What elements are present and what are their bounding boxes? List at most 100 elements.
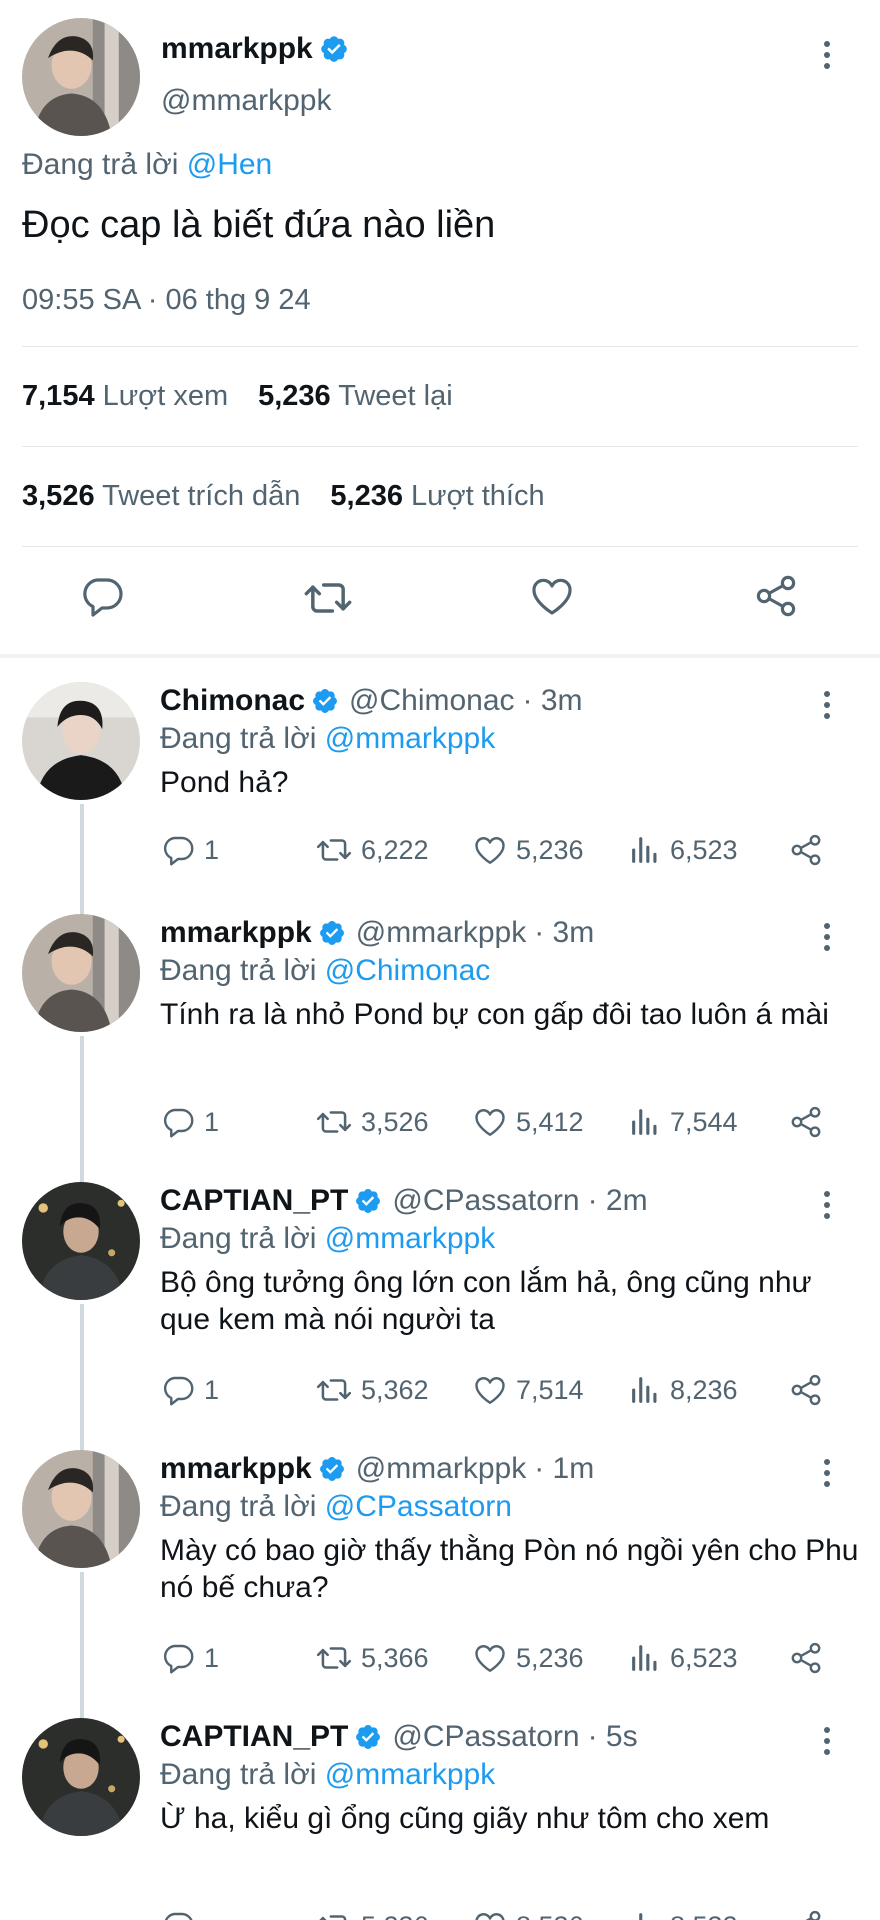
views-icon[interactable] [628,1105,662,1139]
more-options-icon[interactable] [822,690,832,725]
reply-tweet[interactable]: Chimonac @Chimonac · 3m Đang trả lời @mm… [0,668,880,916]
reply-count[interactable] [160,1906,204,1920]
author-handle[interactable]: @Chimonac [349,684,515,718]
replying-to-link[interactable]: @Chimonac [325,954,491,987]
reply-time[interactable]: · 3m [523,684,583,718]
replying-to-link[interactable]: @mmarkppk [325,722,495,755]
retweet-count[interactable]: 6,222 [315,830,429,870]
like-icon[interactable] [472,832,508,868]
reply-icon[interactable] [160,832,196,868]
more-options-icon[interactable] [822,922,832,957]
reply-count[interactable]: 1 [160,1638,219,1678]
view-count[interactable]: 8,236 [628,1370,738,1410]
retweet-icon[interactable] [302,572,354,629]
author-name[interactable]: mmarkppk [160,916,312,950]
share-icon[interactable] [788,832,824,868]
share-icon[interactable] [788,1104,824,1140]
author-handle[interactable]: @mmarkppk [161,84,331,118]
like-icon[interactable] [472,1104,508,1140]
more-options-icon[interactable] [822,1458,832,1493]
avatar[interactable] [22,1450,140,1568]
views-icon[interactable] [628,833,662,867]
retweet-icon[interactable] [315,1639,353,1677]
author-name[interactable]: mmarkppk [160,1452,312,1486]
retweet-icon[interactable] [315,1907,353,1920]
share-button[interactable] [788,1370,824,1410]
like-count[interactable]: 7,514 [472,1370,584,1410]
quotes-stat[interactable]: 3,526 Tweet trích dẫn [22,480,300,513]
retweet-count[interactable]: 5,362 [315,1370,429,1410]
likes-stat[interactable]: 5,236 Lượt thích [330,480,544,513]
reply-tweet[interactable]: CAPTIAN_PT @CPassatorn · 2m Đang trả lời… [0,1168,880,1452]
view-count[interactable]: 6,523 [628,1638,738,1678]
author-handle[interactable]: @CPassatorn [392,1184,579,1218]
like-icon[interactable] [472,1908,508,1920]
tweet-timestamp[interactable]: 09:55 SA · 06 thg 9 24 [22,284,311,317]
replying-to-link[interactable]: @Hen [187,148,273,181]
share-button[interactable] [788,830,824,870]
reply-icon[interactable] [160,1104,196,1140]
like-count[interactable]: 5,412 [472,1102,584,1142]
like-count[interactable]: 5,236 [472,1638,584,1678]
retweets-stat[interactable]: 5,236 Tweet lại [258,380,453,413]
views-icon[interactable] [628,1909,662,1920]
avatar[interactable] [22,914,140,1032]
more-options-icon[interactable] [822,40,832,75]
reply-count[interactable]: 1 [160,1370,219,1410]
main-tweet-avatar[interactable] [22,18,140,136]
view-count[interactable]: 7,544 [628,1102,738,1142]
author-name[interactable]: CAPTIAN_PT [160,1184,348,1218]
reply-tweet[interactable]: mmarkppk @mmarkppk · 3m Đang trả lời @Ch… [0,900,880,1184]
reply-count[interactable]: 1 [160,1102,219,1142]
like-count[interactable]: 8,536 [472,1906,584,1920]
view-count[interactable]: 6,523 [628,830,738,870]
retweet-icon[interactable] [315,1371,353,1409]
more-options-icon[interactable] [822,1190,832,1225]
retweet-icon[interactable] [315,1103,353,1141]
reply-time[interactable]: · 3m [534,916,594,950]
retweet-count[interactable]: 5,366 [315,1638,429,1678]
author-handle[interactable]: @CPassatorn [392,1720,579,1754]
share-button[interactable] [788,1102,824,1142]
share-icon[interactable] [752,572,800,625]
author-handle[interactable]: @mmarkppk [356,916,526,950]
reply-tweet[interactable]: mmarkppk @mmarkppk · 1m Đang trả lời @CP… [0,1436,880,1720]
share-icon[interactable] [788,1640,824,1676]
reply-icon[interactable] [160,1640,196,1676]
views-icon[interactable] [628,1373,662,1407]
share-icon[interactable] [788,1372,824,1408]
reply-time[interactable]: · 1m [534,1452,594,1486]
like-icon[interactable] [528,572,576,625]
reply-count[interactable]: 1 [160,830,219,870]
like-icon[interactable] [472,1640,508,1676]
retweet-icon[interactable] [315,831,353,869]
replying-to-link[interactable]: @CPassatorn [325,1490,512,1523]
author-name[interactable]: CAPTIAN_PT [160,1720,348,1754]
reply-icon[interactable] [160,1372,196,1408]
share-icon[interactable] [788,1908,824,1920]
author-name[interactable]: Chimonac [160,684,305,718]
avatar[interactable] [22,1182,140,1300]
share-button[interactable] [788,1906,824,1920]
avatar[interactable] [22,1718,140,1836]
view-count[interactable]: 8,532 [628,1906,738,1920]
reply-tweet[interactable]: CAPTIAN_PT @CPassatorn · 5s Đang trả lời… [0,1704,880,1920]
reply-icon[interactable] [78,572,126,625]
reply-icon[interactable] [160,1908,196,1920]
replying-to-link[interactable]: @mmarkppk [325,1222,495,1255]
retweet-count[interactable]: 3,526 [315,1102,429,1142]
author-name[interactable]: mmarkppk [161,32,313,66]
main-tweet-author[interactable]: mmarkppk [161,32,349,66]
views-icon[interactable] [628,1641,662,1675]
reply-time[interactable]: · 5s [588,1720,638,1754]
like-count[interactable]: 5,236 [472,830,584,870]
reply-time[interactable]: · 2m [588,1184,648,1218]
like-icon[interactable] [472,1372,508,1408]
author-handle[interactable]: @mmarkppk [356,1452,526,1486]
retweet-count[interactable]: 5,236 [315,1906,429,1920]
replying-to-link[interactable]: @mmarkppk [325,1758,495,1791]
views-stat[interactable]: 7,154 Lượt xem [22,380,228,413]
share-button[interactable] [788,1638,824,1678]
avatar[interactable] [22,682,140,800]
more-options-icon[interactable] [822,1726,832,1761]
